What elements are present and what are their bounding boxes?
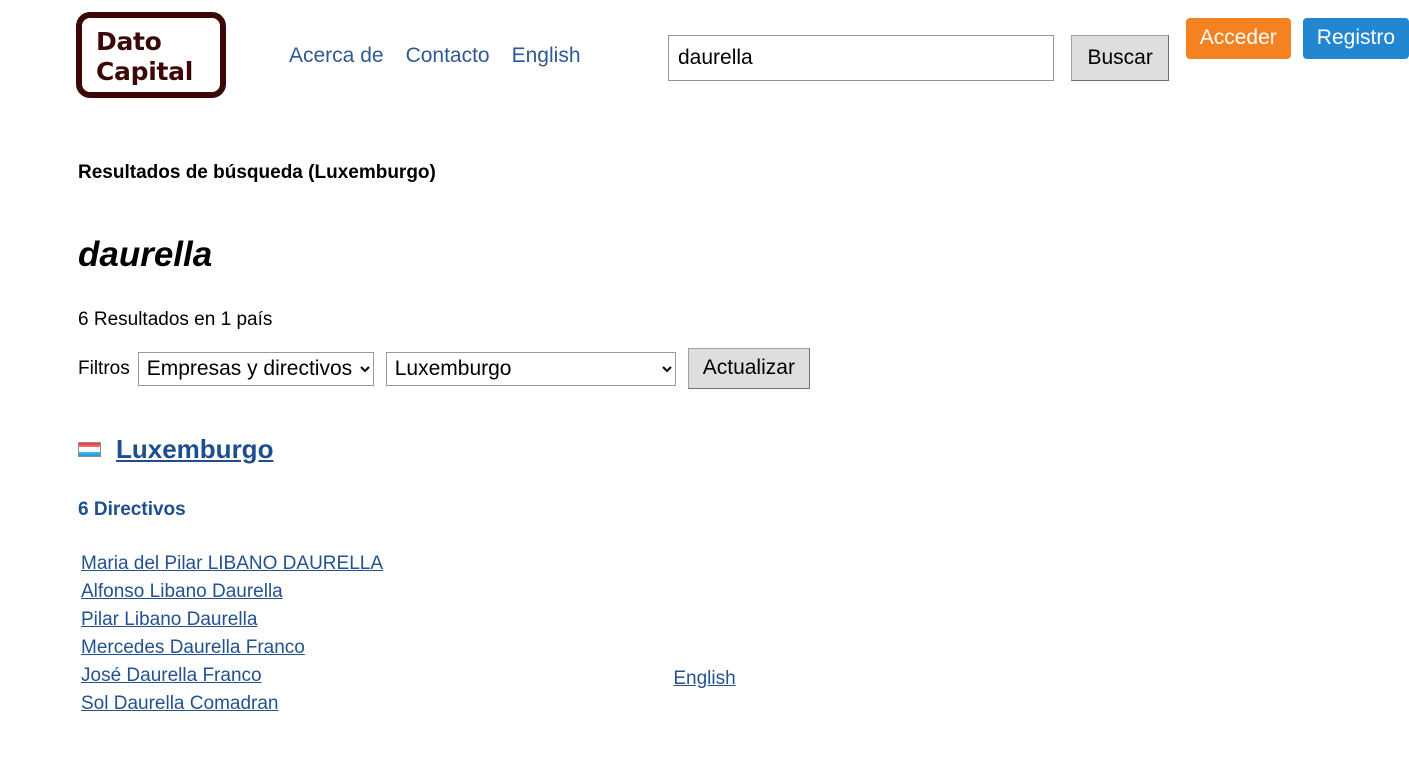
login-button[interactable]: Acceder [1185,18,1291,59]
filter-type-select[interactable]: Empresas y directivos [137,351,374,386]
footer-language-link[interactable]: English [673,668,735,689]
nav-link-acerca-de[interactable]: Acerca de [289,44,384,67]
register-button[interactable]: Registro [1302,18,1409,59]
list-item: Sol Daurella Comadran [81,690,1409,718]
results-count: 6 Resultados en 1 país [78,309,273,330]
results-title: Resultados de búsqueda (Luxemburgo) [78,162,436,183]
site-footer: English [0,668,1409,690]
filters-label: Filtros [78,357,130,379]
auth-buttons: Acceder Registro [1185,18,1409,59]
list-item: Pilar Libano Daurella [81,606,1409,634]
main-content: Resultados de búsqueda (Luxemburgo) daur… [78,158,1409,718]
director-link[interactable]: Pilar Libano Daurella [81,609,257,630]
search-input[interactable] [668,35,1054,81]
search-button[interactable]: Buscar [1071,35,1169,81]
director-link[interactable]: Mercedes Daurella Franco [81,637,305,658]
directors-list: Maria del Pilar LIBANO DAURELLA Alfonso … [78,550,1409,718]
director-link[interactable]: Alfonso Libano Daurella [81,581,283,602]
primary-nav: Acerca de Contacto English [289,44,581,68]
site-logo[interactable]: Dato Capital [76,12,226,98]
nav-link-english[interactable]: English [512,44,581,67]
site-header: Dato Capital Acerca de Contacto English Bu… [0,0,1409,110]
luxembourg-flag-icon [78,442,101,457]
query-term-heading: daurella [78,235,213,274]
nav-link-contacto[interactable]: Contacto [406,44,490,67]
country-header: Luxemburgo [78,434,1409,465]
update-filters-button[interactable]: Actualizar [687,348,810,389]
logo-text: Dato Capital [96,27,193,86]
list-item: Maria del Pilar LIBANO DAURELLA [81,550,1409,578]
filter-country-select[interactable]: Luxemburgo [385,351,676,386]
search-form: Buscar [668,35,1169,81]
country-link-luxemburgo[interactable]: Luxemburgo [116,434,273,465]
list-item: Alfonso Libano Daurella [81,578,1409,606]
director-link[interactable]: Maria del Pilar LIBANO DAURELLA [81,553,383,574]
filters-row: Filtros Empresas y directivos Luxemburgo… [78,348,1409,389]
directors-section-heading: 6 Directivos [78,499,186,520]
director-link[interactable]: Sol Daurella Comadran [81,693,279,714]
list-item: Mercedes Daurella Franco [81,634,1409,662]
